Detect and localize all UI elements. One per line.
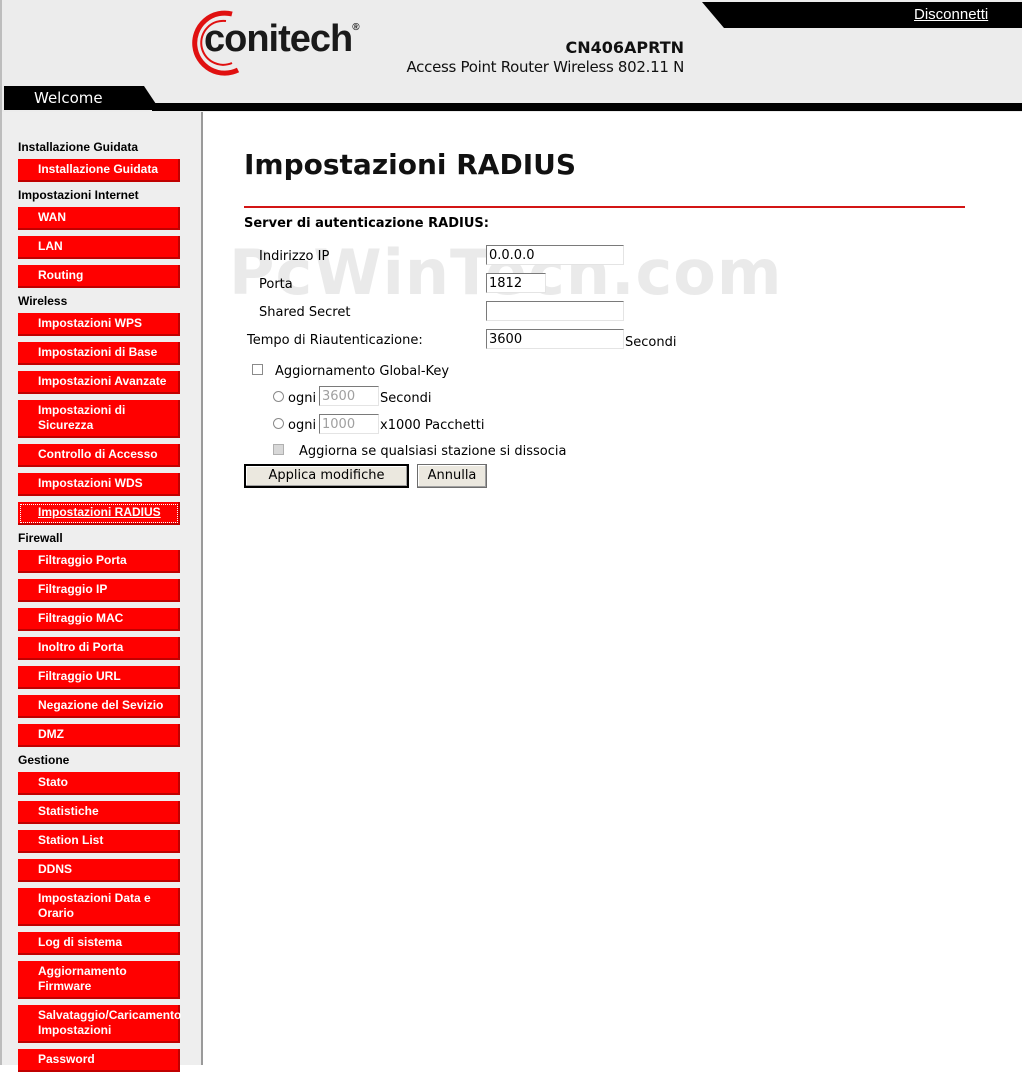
sidebar-section-firewall: Firewall [18,531,63,545]
sidebar-item-impostazioni-wds[interactable]: Impostazioni WDS [18,473,180,496]
header: conitech® CN406APRTN Access Point Router… [0,0,1022,112]
sidebar-section-installazione-guidata: Installazione Guidata [18,140,139,154]
port-label: Porta [259,277,293,292]
every-packets-label: ogni [288,418,317,433]
page-title: Impostazioni RADIUS [244,148,577,181]
every-seconds-radio[interactable] [273,391,284,402]
sidebar-item-ddns[interactable]: DDNS [18,859,180,882]
sidebar: Installazione Guidata Installazione Guida… [0,112,203,1072]
every-packets-radio[interactable] [273,418,284,429]
sidebar-item-statistiche[interactable]: Statistiche [18,801,180,824]
sidebar-item-negazione-del-sevizio[interactable]: Negazione del Sevizio [18,695,180,718]
dissocia-checkbox[interactable] [273,444,284,455]
sidebar-item-impostazioni-avanzate[interactable]: Impostazioni Avanzate [18,371,180,394]
packets-unit: x1000 Pacchetti [380,418,485,433]
conitech-logo: conitech® [192,8,360,78]
main-content: Impostazioni RADIUS Server di autenticaz… [203,112,1022,1065]
sidebar-item-installazione-guidata[interactable]: Installazione Guidata [18,159,180,182]
sidebar-item-log-di-sistema[interactable]: Log di sistema [18,932,180,955]
section-label: Server di autenticazione RADIUS: [244,216,489,231]
reauth-label: Tempo di Riautenticazione: [247,333,423,348]
sidebar-item-station-list[interactable]: Station List [18,830,180,853]
dissocia-label: Aggiorna se qualsiasi stazione si dissoc… [299,444,567,459]
model-description: Access Point Router Wireless 802.11 N [406,58,684,76]
secret-label: Shared Secret [259,305,351,320]
header-rule [152,103,1022,111]
sidebar-item-filtraggio-url[interactable]: Filtraggio URL [18,666,180,689]
welcome-tab[interactable]: Welcome [4,86,160,110]
logo-wordmark: conitech [204,18,353,60]
sidebar-item-impostazioni-wps[interactable]: Impostazioni WPS [18,313,180,336]
seconds-unit: Secondi [380,391,432,406]
sidebar-menu: Installazione Guidata Installazione Guida… [16,140,186,1078]
ip-label: Indirizzo IP [259,249,330,264]
registered-mark: ® [352,22,359,33]
cancel-button[interactable]: Annulla [417,464,487,488]
model-name: CN406APRTN [565,38,684,57]
sidebar-item-impostazioni-data-e-orario[interactable]: Impostazioni Data e Orario [18,888,180,926]
shared-secret-input[interactable] [486,301,624,321]
sidebar-item-wan[interactable]: WAN [18,207,180,230]
sidebar-item-aggiornamento-firmware[interactable]: Aggiornamento Firmware [18,961,180,999]
apply-button[interactable]: Applica modifiche [244,464,409,488]
sidebar-item-lan[interactable]: LAN [18,236,180,259]
sidebar-section-wireless: Wireless [18,294,68,308]
seconds-input[interactable] [319,386,379,406]
packets-input[interactable] [319,414,379,434]
every-seconds-label: ogni [288,391,317,406]
sidebar-item-filtraggio-mac[interactable]: Filtraggio MAC [18,608,180,631]
sidebar-item-salvataggio-caricamento-impostazioni[interactable]: Salvataggio/Caricamento Impostazioni [18,1005,181,1043]
welcome-label: Welcome [34,89,103,107]
reauth-input[interactable] [486,329,624,349]
sidebar-item-password[interactable]: Password [18,1049,180,1072]
port-input[interactable] [486,273,546,293]
sidebar-item-impostazioni-di-sicurezza[interactable]: Impostazioni di Sicurezza [18,400,180,438]
global-key-label: Aggiornamento Global-Key [275,364,450,379]
sidebar-item-stato[interactable]: Stato [18,772,180,795]
sidebar-section-impostazioni-internet: Impostazioni Internet [18,188,139,202]
title-divider [244,206,965,208]
global-key-checkbox[interactable] [252,364,263,375]
ip-input[interactable] [486,245,624,265]
sidebar-item-impostazioni-radius[interactable]: Impostazioni RADIUS [18,502,180,525]
sidebar-item-routing[interactable]: Routing [18,265,180,288]
sidebar-item-dmz[interactable]: DMZ [18,724,180,747]
sidebar-item-impostazioni-di-base[interactable]: Impostazioni di Base [18,342,180,365]
disconnect-link[interactable]: Disconnetti [914,6,988,23]
sidebar-item-controllo-di-accesso[interactable]: Controllo di Accesso [18,444,180,467]
sidebar-item-filtraggio-ip[interactable]: Filtraggio IP [18,579,180,602]
reauth-unit: Secondi [625,335,677,350]
sidebar-item-filtraggio-porta[interactable]: Filtraggio Porta [18,550,180,573]
sidebar-item-inoltro-di-porta[interactable]: Inoltro di Porta [18,637,180,660]
sidebar-section-gestione: Gestione [18,753,70,767]
